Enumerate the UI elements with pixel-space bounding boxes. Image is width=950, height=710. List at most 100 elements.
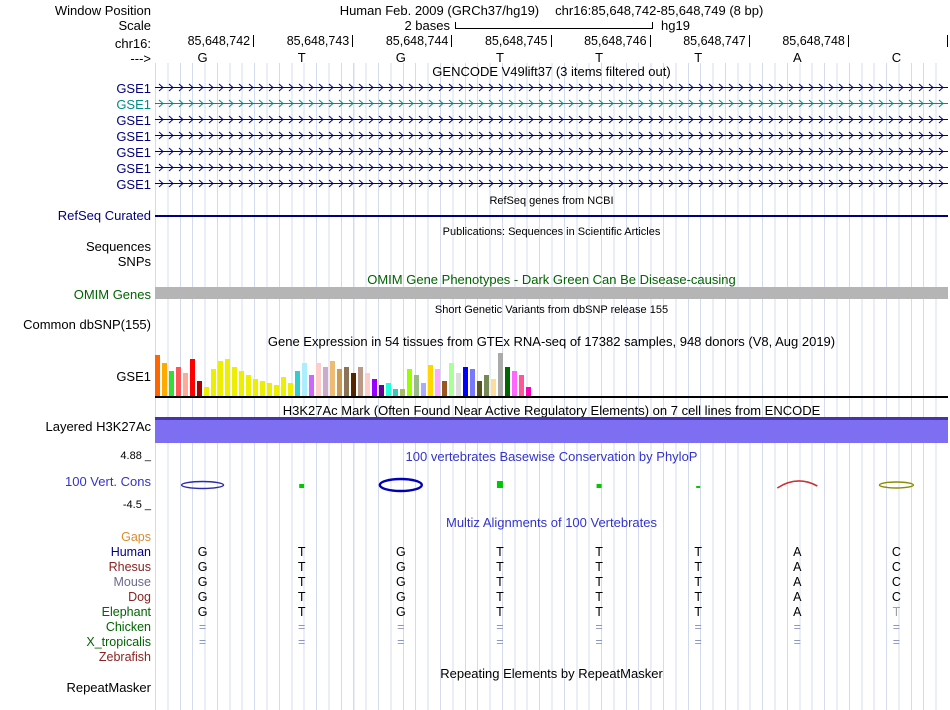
species-label[interactable]: Gaps xyxy=(0,530,151,544)
multiz-row-dog[interactable]: Dog G T G T T T A C xyxy=(0,590,950,605)
transcript-arrow-line[interactable] xyxy=(155,130,948,141)
transcript-arrow-line[interactable] xyxy=(155,146,948,157)
gtex-expression-bar[interactable] xyxy=(232,367,237,397)
repeatmasker-title[interactable]: Repeating Elements by RepeatMasker xyxy=(155,666,948,681)
gtex-expression-bar[interactable] xyxy=(519,375,524,397)
gencode-transcript-row[interactable]: GSE1 xyxy=(0,96,950,112)
gtex-expression-bar[interactable] xyxy=(309,375,314,397)
gtex-expression-bar[interactable] xyxy=(190,359,195,397)
gtex-expression-bar[interactable] xyxy=(337,369,342,397)
gtex-expression-bar[interactable] xyxy=(470,369,475,397)
gtex-expression-bar[interactable] xyxy=(435,369,440,397)
gencode-title[interactable]: GENCODE V49lift37 (3 items filtered out) xyxy=(155,64,948,79)
refseq-curated-label[interactable]: RefSeq Curated xyxy=(0,208,151,223)
multiz-row-x_tropicalis[interactable]: X_tropicalis = = = = = = = = xyxy=(0,635,950,650)
gtex-expression-bar[interactable] xyxy=(421,383,426,397)
h3k27ac-band-fill[interactable] xyxy=(155,420,948,443)
species-label[interactable]: X_tropicalis xyxy=(0,635,151,649)
gtex-expression-bar[interactable] xyxy=(491,379,496,397)
gtex-expression-bar[interactable] xyxy=(463,367,468,397)
multiz-row-zebrafish[interactable]: Zebrafish xyxy=(0,650,950,665)
multiz-row-rhesus[interactable]: Rhesus G T G T T T A C xyxy=(0,560,950,575)
gtex-expression-bar[interactable] xyxy=(344,367,349,397)
multiz-rows[interactable]: Gaps Human G T G T T T A C Rhesus G T G T T T A C Mouse G T G T… xyxy=(0,530,950,666)
gtex-expression-bar[interactable] xyxy=(155,355,160,397)
gtex-expression-bar[interactable] xyxy=(456,373,461,397)
gencode-transcript-row[interactable]: GSE1 xyxy=(0,80,950,96)
transcript-arrow-line[interactable] xyxy=(155,162,948,173)
gtex-expression-bar[interactable] xyxy=(260,381,265,397)
transcript-arrow-line[interactable] xyxy=(155,82,948,93)
gtex-expression-bar[interactable] xyxy=(288,383,293,397)
conservation-title[interactable]: 100 vertebrates Basewise Conservation by… xyxy=(155,449,948,464)
gencode-transcript-row[interactable]: GSE1 xyxy=(0,128,950,144)
gtex-expression-bar[interactable] xyxy=(162,363,167,397)
gtex-expression-bar[interactable] xyxy=(225,359,230,397)
gtex-expression-bar[interactable] xyxy=(386,383,391,397)
conservation-label[interactable]: 100 Vert. Cons xyxy=(0,474,151,489)
gtex-expression-bar[interactable] xyxy=(253,379,258,397)
omim-title[interactable]: OMIM Gene Phenotypes - Dark Green Can Be… xyxy=(155,272,948,287)
gtex-expression-bar[interactable] xyxy=(498,353,503,397)
gencode-transcript-row[interactable]: GSE1 xyxy=(0,144,950,160)
gencode-transcripts[interactable]: GSE1 GSE1 GSE1 GSE1 GSE1 GSE1 GSE1 xyxy=(0,80,950,192)
gtex-expression-bar[interactable] xyxy=(302,363,307,397)
dbsnp-note[interactable]: Short Genetic Variants from dbSNP releas… xyxy=(155,304,948,316)
h3k27ac-title[interactable]: H3K27Ac Mark (Often Found Near Active Re… xyxy=(155,403,948,418)
gtex-expression-bar[interactable] xyxy=(407,369,412,397)
gtex-expression-bar[interactable] xyxy=(358,367,363,397)
multiz-row-human[interactable]: Human G T G T T T A C xyxy=(0,545,950,560)
gtex-expression-bar[interactable] xyxy=(442,381,447,397)
transcript-arrow-line[interactable] xyxy=(155,178,948,189)
sequences-label[interactable]: Sequences xyxy=(0,239,151,254)
transcript-arrow-line[interactable] xyxy=(155,114,948,125)
omim-bar[interactable] xyxy=(155,287,948,299)
gtex-expression-bar[interactable] xyxy=(512,371,517,397)
repeatmasker-label[interactable]: RepeatMasker xyxy=(0,680,151,695)
transcript-gene-label[interactable]: GSE1 xyxy=(0,81,151,96)
gtex-expression-bar[interactable] xyxy=(505,367,510,397)
gtex-expression-bar[interactable] xyxy=(218,361,223,397)
transcript-gene-label[interactable]: GSE1 xyxy=(0,97,151,112)
gtex-expression-bar[interactable] xyxy=(414,375,419,397)
gtex-expression-bar[interactable] xyxy=(316,363,321,397)
ruler-ticks[interactable]: 85,648,742 85,648,743 85,648,744 85,648,745… xyxy=(155,34,948,48)
transcript-gene-label[interactable]: GSE1 xyxy=(0,145,151,160)
gencode-transcript-row[interactable]: GSE1 xyxy=(0,176,950,192)
gtex-bars[interactable] xyxy=(155,352,948,397)
refseq-curated-line[interactable] xyxy=(155,215,948,217)
gencode-transcript-row[interactable]: GSE1 xyxy=(0,112,950,128)
conservation-plot[interactable] xyxy=(155,468,948,500)
species-label[interactable]: Dog xyxy=(0,590,151,604)
transcript-arrow-line[interactable] xyxy=(155,98,948,109)
gtex-expression-bar[interactable] xyxy=(477,381,482,397)
gtex-expression-bar[interactable] xyxy=(281,377,286,397)
gtex-expression-bar[interactable] xyxy=(323,367,328,397)
transcript-gene-label[interactable]: GSE1 xyxy=(0,177,151,192)
gtex-expression-bar[interactable] xyxy=(183,373,188,397)
gtex-expression-bar[interactable] xyxy=(197,381,202,397)
multiz-row-mouse[interactable]: Mouse G T G T T T A C xyxy=(0,575,950,590)
species-label[interactable]: Zebrafish xyxy=(0,650,151,664)
gtex-expression-bar[interactable] xyxy=(239,371,244,397)
species-label[interactable]: Elephant xyxy=(0,605,151,619)
gtex-expression-bar[interactable] xyxy=(351,373,356,397)
gtex-expression-bar[interactable] xyxy=(211,369,216,397)
gencode-transcript-row[interactable]: GSE1 xyxy=(0,160,950,176)
gtex-expression-bar[interactable] xyxy=(330,361,335,397)
multiz-row-chicken[interactable]: Chicken = = = = = = = = xyxy=(0,620,950,635)
h3k27ac-label[interactable]: Layered H3K27Ac xyxy=(0,419,151,434)
species-label[interactable]: Mouse xyxy=(0,575,151,589)
multiz-title[interactable]: Multiz Alignments of 100 Vertebrates xyxy=(155,515,948,530)
gtex-expression-bar[interactable] xyxy=(449,363,454,397)
species-label[interactable]: Chicken xyxy=(0,620,151,634)
publications-note[interactable]: Publications: Sequences in Scientific Ar… xyxy=(155,226,948,238)
refseq-note[interactable]: RefSeq genes from NCBI xyxy=(155,195,948,207)
gtex-expression-bar[interactable] xyxy=(365,373,370,397)
multiz-row-elephant[interactable]: Elephant G T G T T T A T xyxy=(0,605,950,620)
gtex-expression-bar[interactable] xyxy=(267,383,272,397)
gtex-expression-bar[interactable] xyxy=(484,375,489,397)
gtex-title[interactable]: Gene Expression in 54 tissues from GTEx … xyxy=(155,334,948,349)
species-label[interactable]: Rhesus xyxy=(0,560,151,574)
omim-genes-label[interactable]: OMIM Genes xyxy=(0,287,151,302)
